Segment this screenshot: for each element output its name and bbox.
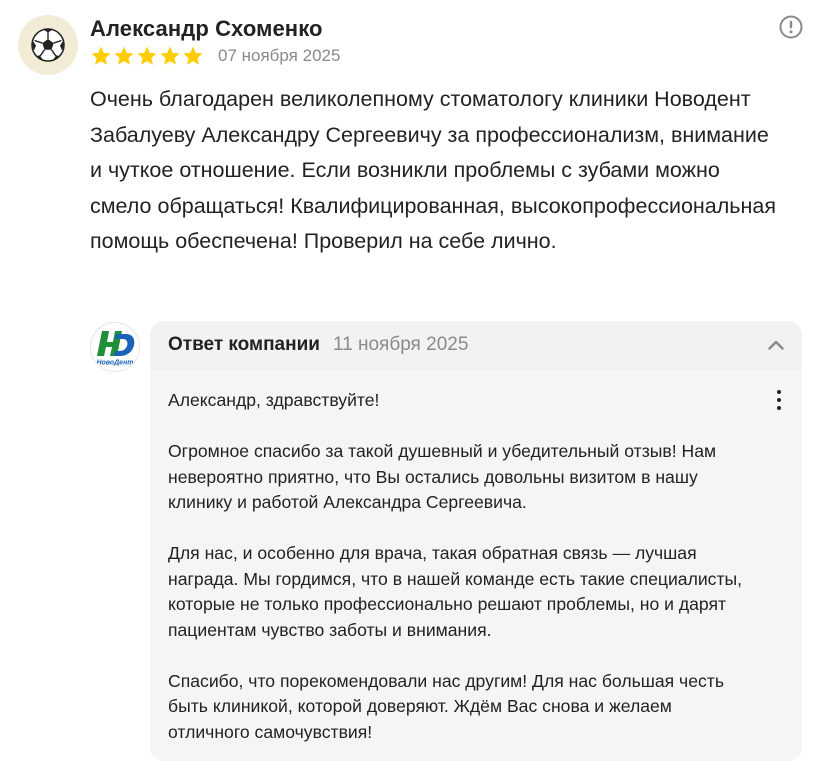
chevron-up-icon [768,340,784,350]
logo-text: НовоДент [96,360,133,367]
more-vertical-icon [777,390,781,394]
star-icon [114,46,134,65]
reply-header[interactable]: Ответ компании 11 ноября 2025 [150,321,802,369]
star-icon [137,46,157,65]
star-icon [160,46,180,65]
novodent-logo-icon: НовоДент [91,323,139,371]
reply-paragraph: Для нас, и особенно для врача, такая обр… [168,543,743,640]
star-icon [91,46,111,65]
company-reply: Ответ компании 11 ноября 2025 Александр,… [150,321,802,761]
review-date: 07 ноября 2025 [218,46,341,65]
review-card: Александр Схоменко 07 ноября 2025 Очень … [0,0,813,770]
reply-paragraph: Александр, здравствуйте! [168,390,380,410]
company-logo[interactable]: НовоДент [90,322,140,372]
soccer-ball-icon [31,28,65,62]
report-button[interactable] [778,14,804,40]
star-rating [90,45,204,67]
author-name[interactable]: Александр Схоменко [90,16,323,42]
rating-row: 07 ноября 2025 [90,45,340,67]
author-avatar[interactable] [18,15,78,75]
star-icon [183,46,203,65]
collapse-reply-button[interactable] [764,334,788,356]
reply-date: 11 ноября 2025 [332,334,469,355]
reply-paragraph: Огромное спасибо за такой душевный и убе… [168,441,717,512]
reply-more-button[interactable] [770,386,788,414]
exclamation-circle-icon [779,15,803,39]
reply-title: Ответ компании [168,334,320,355]
reply-text: Александр, здравствуйте! Огромное спасиб… [168,388,758,745]
review-text: Очень благодарен великолепному стоматоло… [90,87,776,253]
reply-body: Александр, здравствуйте! Огромное спасиб… [150,369,802,761]
reply-paragraph: Спасибо, что порекомендовали нас другим!… [168,670,725,742]
